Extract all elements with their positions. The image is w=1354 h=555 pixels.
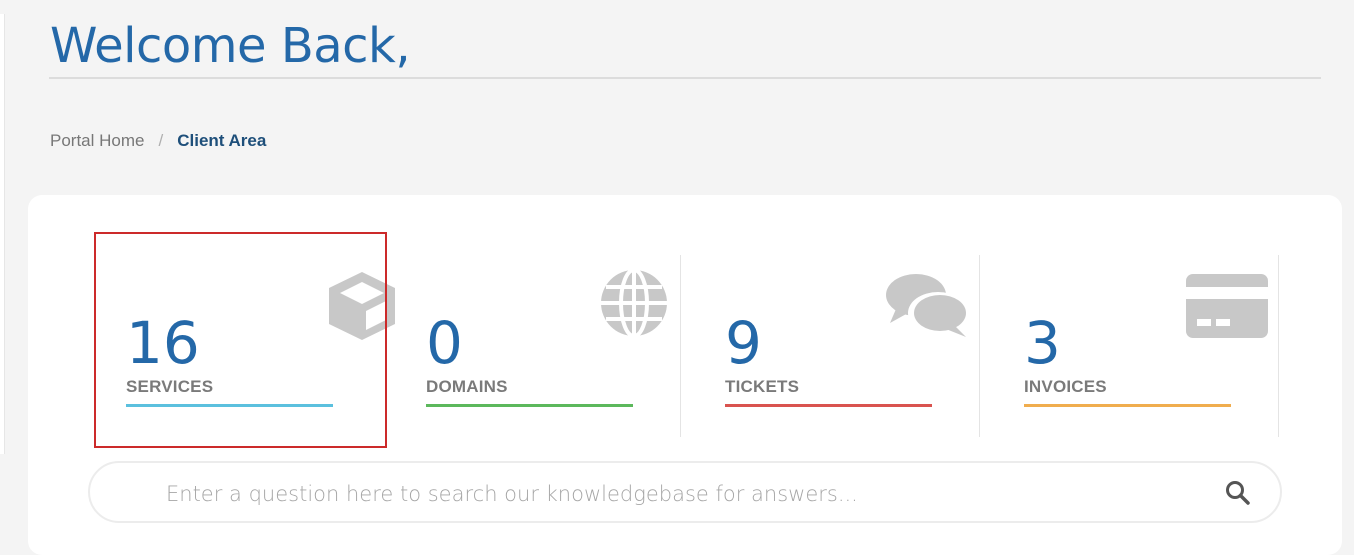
stats-tiles: 16 SERVICES 0 DOMAINS 9 TICKETS 3 INVOIC…	[28, 195, 1342, 455]
knowledgebase-search-form	[88, 461, 1282, 523]
stat-underline	[426, 404, 633, 407]
stat-count: 16	[126, 309, 200, 377]
credit-card-icon	[1186, 274, 1268, 338]
cube-icon	[329, 272, 395, 340]
knowledgebase-search-input[interactable]	[164, 476, 1188, 512]
breadcrumb-client-area: Client Area	[177, 131, 267, 150]
stat-count: 0	[426, 309, 463, 377]
search-button[interactable]	[1224, 479, 1252, 507]
breadcrumb-portal-home[interactable]: Portal Home	[50, 131, 144, 151]
client-area-panel: 16 SERVICES 0 DOMAINS 9 TICKETS 3 INVOIC…	[28, 195, 1342, 555]
stat-label: INVOICES	[1024, 377, 1107, 396]
stat-tile-invoices[interactable]: 3 INVOICES	[989, 233, 1279, 449]
breadcrumb-separator: /	[158, 131, 164, 150]
stat-count: 3	[1024, 309, 1061, 377]
breadcrumb: Portal Home / Client Area	[50, 131, 266, 151]
tile-divider	[680, 255, 681, 437]
stat-underline	[1024, 404, 1231, 407]
stat-label: DOMAINS	[426, 377, 508, 396]
stat-label: SERVICES	[126, 377, 214, 396]
stat-tile-domains[interactable]: 0 DOMAINS	[391, 233, 681, 449]
comments-icon	[886, 274, 968, 337]
stat-underline	[725, 404, 932, 407]
stat-underline	[126, 404, 333, 407]
stat-tile-services[interactable]: 16 SERVICES	[91, 233, 395, 449]
page-title: Welcome Back,	[50, 18, 411, 74]
globe-icon	[601, 268, 667, 338]
stat-tile-tickets[interactable]: 9 TICKETS	[690, 233, 980, 449]
tile-divider	[1278, 255, 1279, 437]
left-panel-edge	[0, 14, 5, 454]
title-divider	[49, 77, 1321, 79]
stat-label: TICKETS	[725, 377, 800, 396]
stat-count: 9	[725, 309, 762, 377]
tile-divider	[979, 255, 980, 437]
search-icon	[1226, 481, 1250, 505]
